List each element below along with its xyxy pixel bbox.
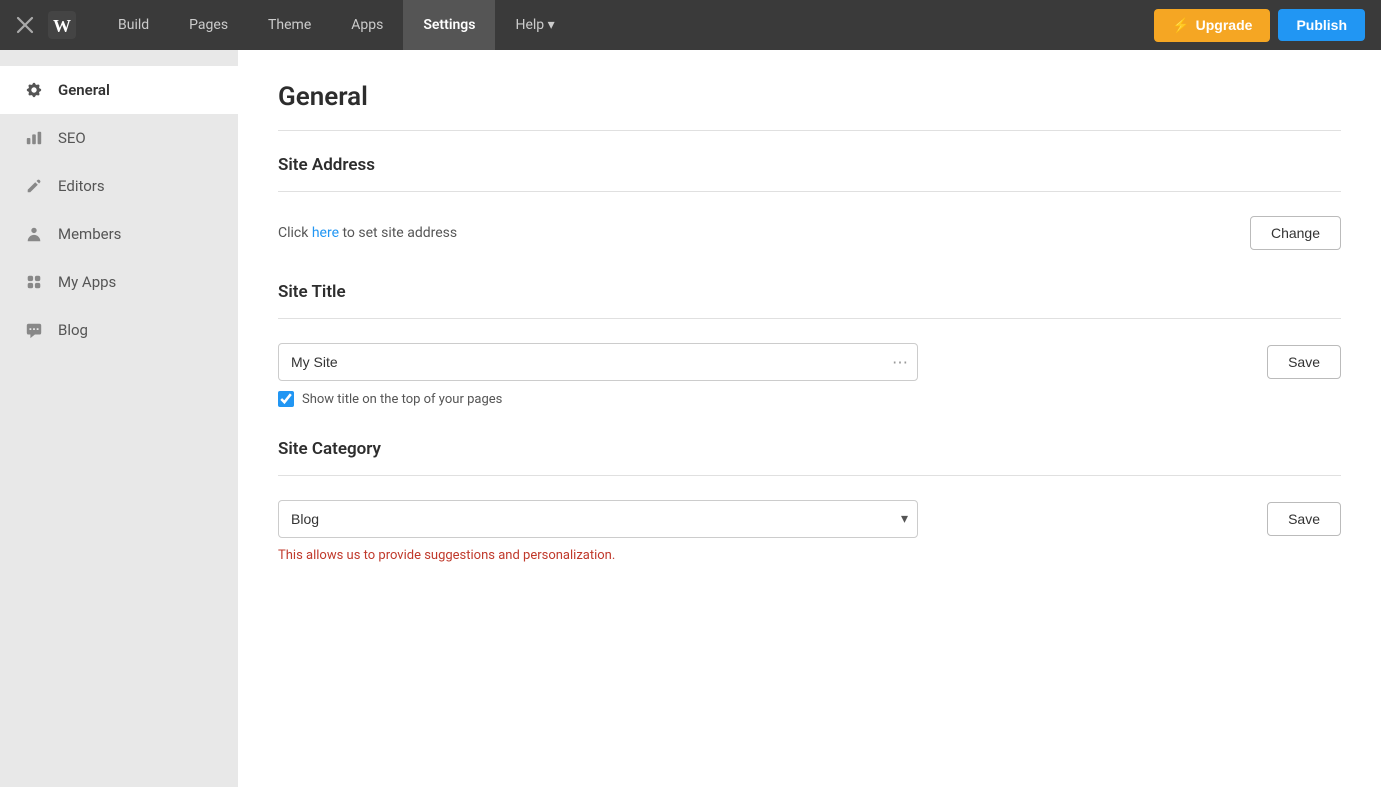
apps-icon	[24, 272, 44, 292]
sidebar-item-blog[interactable]: Blog	[0, 306, 238, 354]
sidebar-members-label: Members	[58, 225, 121, 243]
main-layout: General SEO Editors	[0, 50, 1381, 787]
sidebar-item-members[interactable]: Members	[0, 210, 238, 258]
publish-button[interactable]: Publish	[1278, 9, 1365, 41]
show-title-checkbox[interactable]	[278, 391, 294, 407]
chart-icon	[24, 128, 44, 148]
svg-text:W: W	[53, 16, 71, 36]
title-input-row: ⋯ Save	[278, 343, 1341, 381]
topnav-actions: ⚡ Upgrade Publish	[1154, 9, 1365, 42]
show-title-label: Show title on the top of your pages	[302, 392, 502, 407]
input-dots-icon: ⋯	[892, 353, 908, 372]
gear-icon	[24, 80, 44, 100]
category-divider	[278, 475, 1341, 476]
address-divider	[278, 191, 1341, 192]
page-title: General	[278, 82, 1341, 112]
sidebar-myapps-label: My Apps	[58, 273, 116, 291]
nav-settings[interactable]: Settings	[403, 0, 495, 50]
site-title-heading: Site Title	[278, 282, 1341, 302]
pencil-icon	[24, 176, 44, 196]
category-select-wrap: Blog Business Portfolio Store Other ▾	[278, 500, 918, 538]
title-divider	[278, 130, 1341, 131]
sidebar-editors-label: Editors	[58, 177, 105, 195]
category-save-button[interactable]: Save	[1267, 502, 1341, 536]
title-save-button[interactable]: Save	[1267, 345, 1341, 379]
change-button[interactable]: Change	[1250, 216, 1341, 250]
sidebar-item-editors[interactable]: Editors	[0, 162, 238, 210]
nav-links: Build Pages Theme Apps Settings Help ▾	[98, 0, 1154, 50]
top-navigation: W Build Pages Theme Apps Settings Help ▾…	[0, 0, 1381, 50]
sidebar-item-general[interactable]: General	[0, 66, 238, 114]
category-hint: This allows us to provide suggestions an…	[278, 548, 1341, 563]
title-section-divider	[278, 318, 1341, 319]
nav-pages[interactable]: Pages	[169, 0, 248, 50]
sidebar-seo-label: SEO	[58, 129, 86, 147]
site-address-row: Click here to set site address Change	[278, 216, 1341, 250]
nav-apps[interactable]: Apps	[331, 0, 403, 50]
title-input-wrap: ⋯	[278, 343, 918, 381]
upgrade-button[interactable]: ⚡ Upgrade	[1154, 9, 1270, 42]
sidebar-item-seo[interactable]: SEO	[0, 114, 238, 162]
sidebar-item-myapps[interactable]: My Apps	[0, 258, 238, 306]
person-icon	[24, 224, 44, 244]
checkbox-row: Show title on the top of your pages	[278, 391, 1341, 407]
category-row: Blog Business Portfolio Store Other ▾ Sa…	[278, 500, 1341, 538]
site-address-text: Click here to set site address	[278, 225, 457, 241]
bolt-icon: ⚡	[1172, 17, 1189, 34]
here-link[interactable]: here	[312, 225, 339, 241]
category-select[interactable]: Blog Business Portfolio Store Other	[278, 500, 918, 538]
main-content: General Site Address Click here to set s…	[238, 50, 1381, 787]
nav-help[interactable]: Help ▾	[495, 0, 574, 50]
sidebar-general-label: General	[58, 81, 110, 99]
site-title-section: Site Title ⋯ Save Show title on the top …	[278, 282, 1341, 407]
site-title-row: ⋯ Save Show title on the top of your pag…	[278, 343, 1341, 407]
site-address-title: Site Address	[278, 155, 1341, 175]
comment-icon	[24, 320, 44, 340]
app-logo: W	[46, 9, 78, 41]
nav-build[interactable]: Build	[98, 0, 169, 50]
site-category-section: Site Category Blog Business Portfolio St…	[278, 439, 1341, 563]
close-button[interactable]	[16, 16, 34, 34]
nav-theme[interactable]: Theme	[248, 0, 331, 50]
site-title-input[interactable]	[278, 343, 918, 381]
site-category-title: Site Category	[278, 439, 1341, 459]
sidebar-blog-label: Blog	[58, 321, 88, 339]
site-address-section: Site Address Click here to set site addr…	[278, 155, 1341, 250]
sidebar: General SEO Editors	[0, 50, 238, 787]
